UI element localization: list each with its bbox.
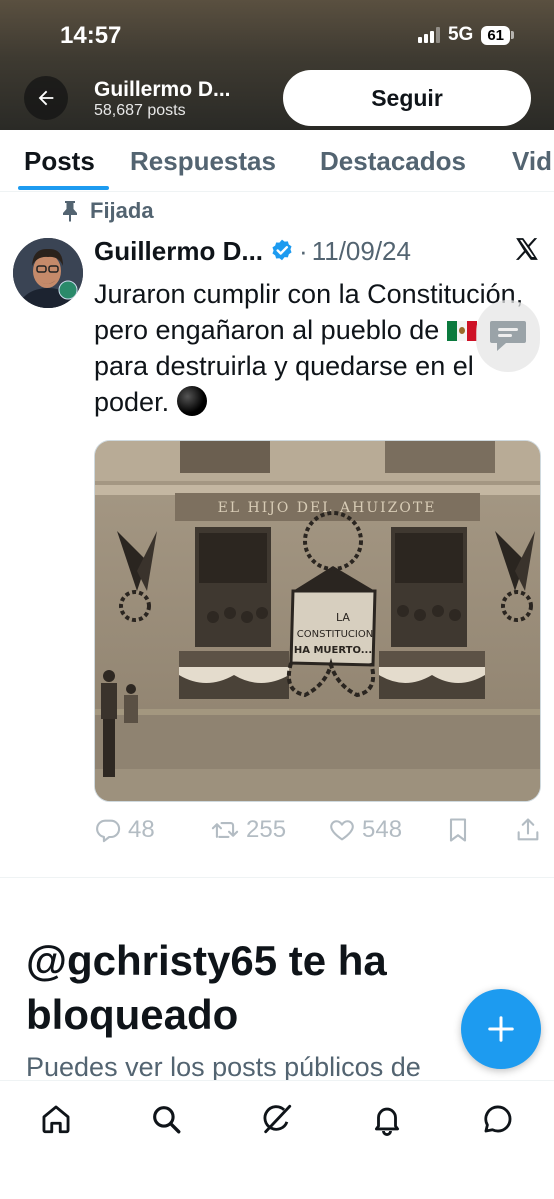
compose-button[interactable] bbox=[461, 989, 541, 1069]
notifications-icon bbox=[374, 1107, 400, 1136]
repost-button[interactable]: 255 bbox=[210, 816, 286, 844]
banner-line3: HA MUERTO... bbox=[294, 645, 372, 656]
reply-button[interactable]: 48 bbox=[94, 816, 155, 844]
tweet-author[interactable]: Guillermo D... bbox=[94, 236, 263, 267]
header-profile-name: Guillermo D... bbox=[94, 78, 231, 101]
avatar-image bbox=[13, 238, 83, 308]
bottom-navigation bbox=[0, 1080, 554, 1199]
pin-icon bbox=[63, 201, 77, 222]
x-logo-icon[interactable] bbox=[514, 236, 540, 267]
network-label: 5G bbox=[447, 24, 474, 45]
sign-top: EL HIJO DEL AHUIZOTE bbox=[218, 500, 437, 516]
search-icon bbox=[153, 1106, 181, 1134]
bookmark-button[interactable] bbox=[444, 816, 472, 844]
pinned-text: Fijada bbox=[90, 198, 154, 223]
nav-messages[interactable] bbox=[478, 1099, 518, 1139]
tweet-image[interactable]: EL HIJO DEL AHUIZOTE LA CONSTITUCION HA … bbox=[94, 440, 541, 802]
historic-photo: EL HIJO DEL AHUIZOTE LA CONSTITUCION HA … bbox=[95, 441, 540, 801]
banner-line2: CONSTITUCION bbox=[297, 629, 373, 640]
header-posts-count: 58,687 posts bbox=[94, 102, 186, 119]
section-divider bbox=[0, 877, 554, 878]
profile-tabs: Posts Respuestas Destacados Vid bbox=[0, 130, 554, 192]
like-button[interactable]: 548 bbox=[328, 816, 402, 844]
tweet-actions: 48 255 548 bbox=[94, 816, 544, 854]
avatar[interactable] bbox=[13, 238, 83, 308]
tweet-header: Guillermo D... · 11/09/24 bbox=[94, 234, 411, 268]
tab-highlights[interactable]: Destacados bbox=[320, 130, 466, 177]
signal-icon bbox=[417, 27, 440, 43]
battery-level: 61 bbox=[481, 25, 510, 45]
blocked-description: Puedes ver los posts públicos de bbox=[26, 1052, 421, 1080]
profile-page: 14:57 5G 61 Guillermo D... 58,687 posts … bbox=[0, 0, 554, 1199]
messages-icon bbox=[484, 1105, 512, 1133]
compose-icon bbox=[488, 1016, 514, 1042]
tweet-text-part2: para destruirla y quedarse en el poder. bbox=[94, 351, 474, 417]
back-button[interactable] bbox=[24, 76, 68, 120]
home-icon bbox=[42, 1105, 70, 1134]
tweet-text: Juraron cumplir con la Constitución, per… bbox=[94, 276, 534, 420]
tab-videos[interactable]: Vid bbox=[512, 130, 552, 177]
grok-icon bbox=[263, 1104, 292, 1134]
tab-replies[interactable]: Respuestas bbox=[130, 130, 276, 177]
like-icon bbox=[330, 820, 354, 841]
nav-home[interactable] bbox=[36, 1099, 76, 1139]
status-indicators: 5G 61 bbox=[417, 24, 514, 46]
profile-header: 14:57 5G 61 Guillermo D... 58,687 posts … bbox=[0, 0, 554, 130]
bookmark-icon bbox=[449, 818, 467, 842]
blocked-title: @gchristy65 te ha bloqueado bbox=[26, 937, 387, 1038]
mexico-flag-emoji bbox=[446, 314, 477, 341]
tweet-date[interactable]: 11/09/24 bbox=[312, 236, 411, 267]
share-button[interactable] bbox=[514, 816, 542, 844]
nav-search[interactable] bbox=[146, 1099, 186, 1139]
active-tab-indicator bbox=[18, 186, 109, 190]
banner-line1: LA bbox=[336, 611, 350, 624]
tweet-separator: · bbox=[299, 235, 308, 266]
floating-chat-button[interactable] bbox=[476, 300, 540, 372]
like-count: 548 bbox=[362, 816, 403, 843]
reply-icon bbox=[96, 819, 121, 843]
tab-posts[interactable]: Posts bbox=[24, 130, 95, 177]
nav-notifications[interactable] bbox=[367, 1099, 407, 1139]
black-circle-emoji bbox=[176, 386, 207, 416]
reply-count: 48 bbox=[128, 816, 155, 843]
share-icon bbox=[517, 818, 539, 841]
chat-bubble-icon bbox=[490, 321, 526, 351]
repost-icon bbox=[211, 822, 239, 838]
pinned-label: Fijada bbox=[60, 198, 154, 224]
repost-count: 255 bbox=[246, 816, 287, 843]
verified-badge-icon bbox=[269, 238, 295, 264]
back-arrow-icon bbox=[38, 90, 54, 106]
nav-grok[interactable] bbox=[257, 1099, 297, 1139]
follow-button[interactable]: Seguir bbox=[283, 70, 531, 126]
status-time: 14:57 bbox=[60, 22, 122, 49]
battery-icon: 61 bbox=[481, 25, 514, 45]
